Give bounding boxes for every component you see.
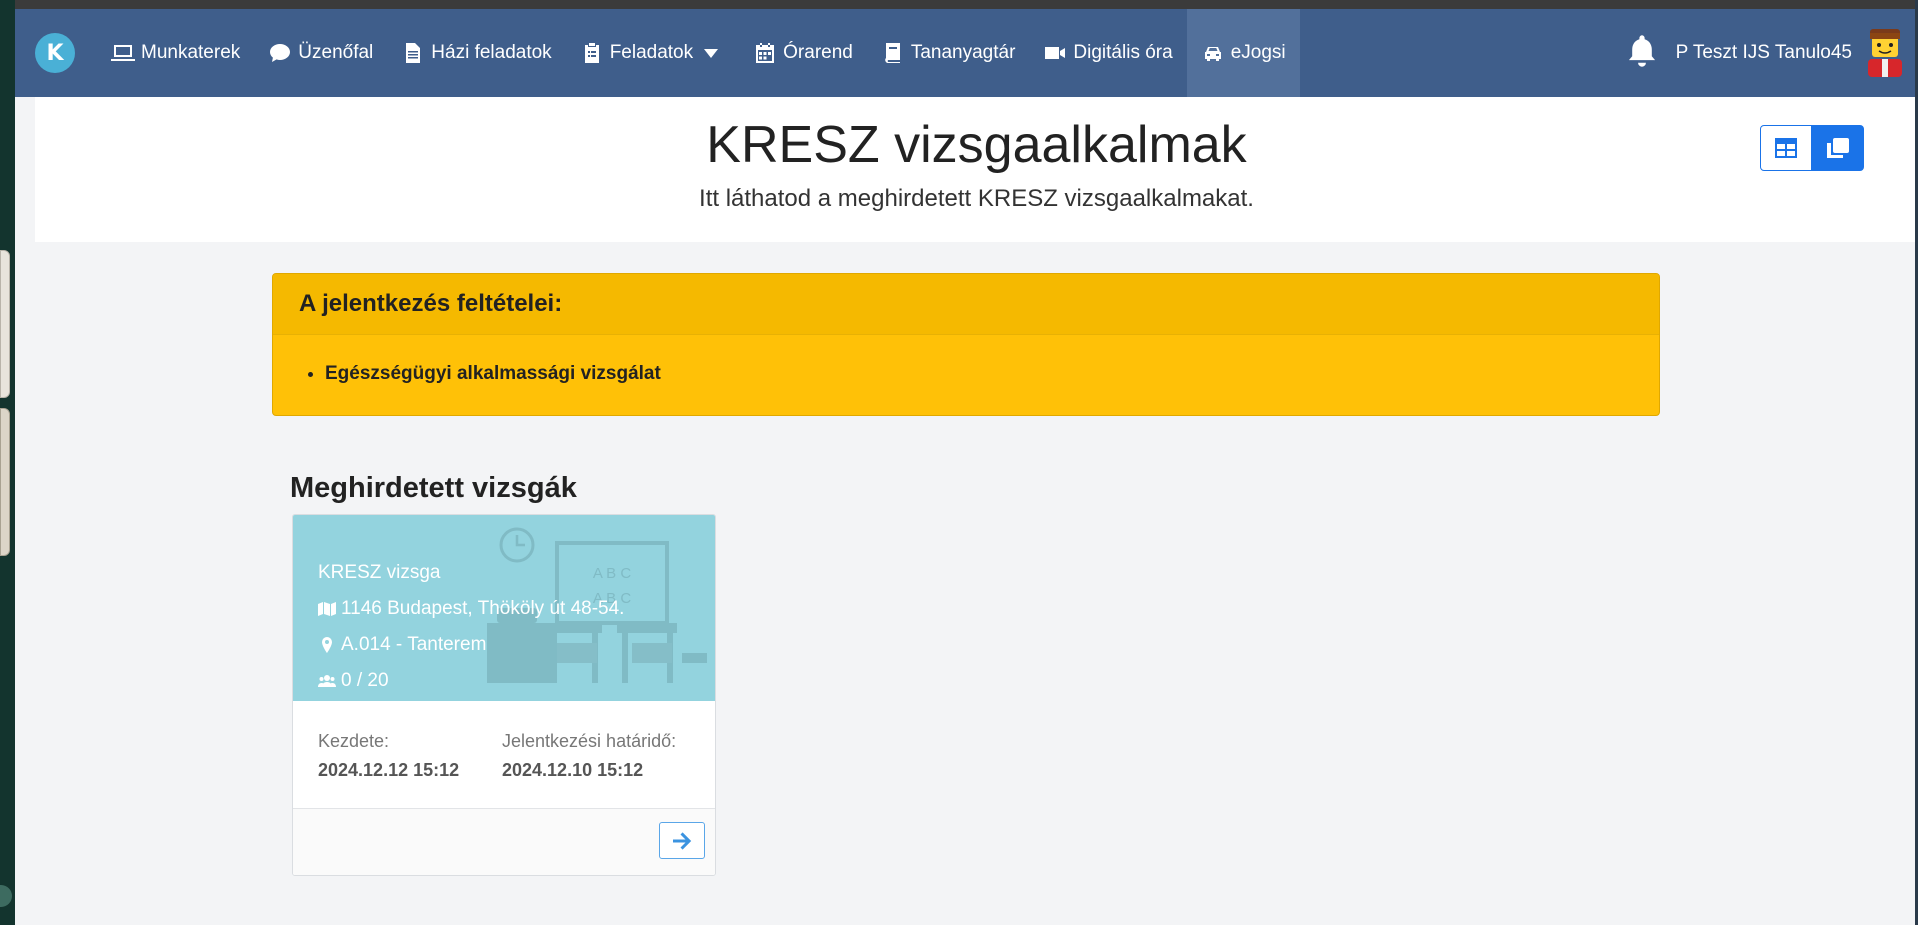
arrow-right-icon: [673, 831, 692, 850]
desktop-window-thumbnail[interactable]: [0, 408, 10, 556]
nav-item-label: Órarend: [783, 42, 853, 63]
exam-room-text: A.014 - Tanterem: [341, 634, 487, 655]
nav-item-label: Feladatok: [609, 42, 694, 63]
nav-item-label: Házi feladatok: [431, 42, 552, 63]
nav-item-feladatok[interactable]: Feladatok: [566, 9, 739, 97]
exam-capacity-text: 0 / 20: [341, 670, 389, 691]
nav-item-label: Üzenőfal: [298, 42, 374, 63]
table-view-button[interactable]: [1760, 125, 1812, 171]
requirement-item: Egészségügyi alkalmassági vizsgálat: [325, 363, 1659, 385]
card-view-button[interactable]: [1812, 125, 1864, 171]
exam-card-header: A B C A B C KRESZ vizsga 1146 Budapest, …: [293, 515, 715, 701]
nav-item-uzenofal[interactable]: Üzenőfal: [254, 9, 387, 97]
window-top-strip: [15, 0, 1918, 9]
view-toggle: [1760, 125, 1864, 171]
laptop-icon: [111, 45, 135, 61]
desktop-window-thumbnail[interactable]: [0, 250, 10, 398]
clone-icon: [1827, 138, 1849, 158]
exam-name-text: KRESZ vizsga: [318, 562, 441, 583]
exam-card-footer: [293, 809, 715, 875]
avatar-icon: [1868, 29, 1902, 77]
open-exam-button[interactable]: [659, 822, 705, 859]
car-icon: [1204, 47, 1221, 61]
exam-deadline-value: 2024.12.10 15:12: [502, 760, 644, 780]
exam-address: 1146 Budapest, Thököly út 48-54.: [318, 591, 624, 627]
nav-item-label: Munkaterek: [141, 42, 241, 63]
map-marker-icon: [322, 637, 332, 653]
page-title: KRESZ vizsgaalkalmak: [706, 116, 1247, 174]
exam-room: A.014 - Tanterem: [318, 627, 624, 663]
bell-icon: [1628, 34, 1655, 67]
book-icon: [885, 43, 900, 63]
nav-item-ejogsi[interactable]: eJogsi: [1186, 9, 1300, 97]
username[interactable]: P Teszt IJS Tanulo45: [1676, 42, 1852, 64]
alert-title: A jelentkezés feltételei:: [273, 274, 1659, 335]
calendar-icon: [756, 43, 775, 63]
nav-item-tananyagtar[interactable]: Tananyagtár: [867, 9, 1030, 97]
exam-deadline-label: Jelentkezési határidő:: [502, 731, 677, 751]
nav-item-hazi-feladatok[interactable]: Házi feladatok: [387, 9, 565, 97]
exam-card-info: KRESZ vizsga 1146 Budapest, Thököly út 4…: [318, 555, 624, 699]
browser-window: K Munkaterek Üzenőfal Házi feladatok Fel…: [15, 0, 1918, 925]
requirements-list: Egészségügyi alkalmassági vizsgálat: [273, 335, 1659, 385]
nav-item-digitalis-ora[interactable]: Digitális óra: [1029, 9, 1186, 97]
exam-start-value: 2024.12.12 15:12: [318, 760, 460, 780]
users-icon: [318, 675, 336, 687]
page-header: KRESZ vizsgaalkalmak Itt láthatod a megh…: [35, 97, 1918, 242]
clipboard-icon: [584, 43, 599, 63]
nav-item-label: Tananyagtár: [910, 42, 1016, 63]
logo-icon: K: [46, 40, 64, 66]
caret-down-icon: [704, 49, 719, 58]
table-icon: [1775, 138, 1797, 158]
user-area: P Teszt IJS Tanulo45: [1626, 9, 1908, 97]
exam-start-label: Kezdete:: [318, 731, 390, 751]
page-subtitle: Itt láthatod a meghirdetett KRESZ vizsga…: [699, 185, 1254, 212]
exam-deadline: Jelentkezési határidő: 2024.12.10 15:12: [502, 731, 676, 781]
chat-icon: [270, 44, 291, 62]
nav-item-orarend[interactable]: Órarend: [739, 9, 867, 97]
notifications-button[interactable]: [1626, 34, 1658, 73]
registration-requirements-alert: A jelentkezés feltételei: Egészségügyi a…: [272, 273, 1660, 416]
exams-section-title: Meghirdetett vizsgák: [290, 472, 577, 504]
app-logo[interactable]: K: [35, 33, 75, 73]
main-navbar: K Munkaterek Üzenőfal Házi feladatok Fel…: [15, 9, 1918, 97]
document-icon: [406, 43, 421, 63]
video-icon: [1045, 47, 1066, 59]
nav-item-label: Digitális óra: [1073, 42, 1173, 63]
exam-address-text: 1146 Budapest, Thököly út 48-54.: [341, 598, 625, 619]
nav-item-munkaterek[interactable]: Munkaterek: [97, 9, 254, 97]
exam-capacity: 0 / 20: [318, 663, 624, 699]
exam-card-dates: Kezdete: 2024.12.12 15:12 Jelentkezési h…: [293, 701, 715, 809]
nav-item-label: eJogsi: [1230, 42, 1286, 63]
map-icon: [318, 602, 336, 616]
exam-card[interactable]: A B C A B C KRESZ vizsga 1146 Budapest, …: [292, 514, 716, 876]
avatar[interactable]: [1862, 27, 1908, 79]
exam-name: KRESZ vizsga: [318, 555, 624, 591]
exam-start: Kezdete: 2024.12.12 15:12: [318, 731, 459, 781]
